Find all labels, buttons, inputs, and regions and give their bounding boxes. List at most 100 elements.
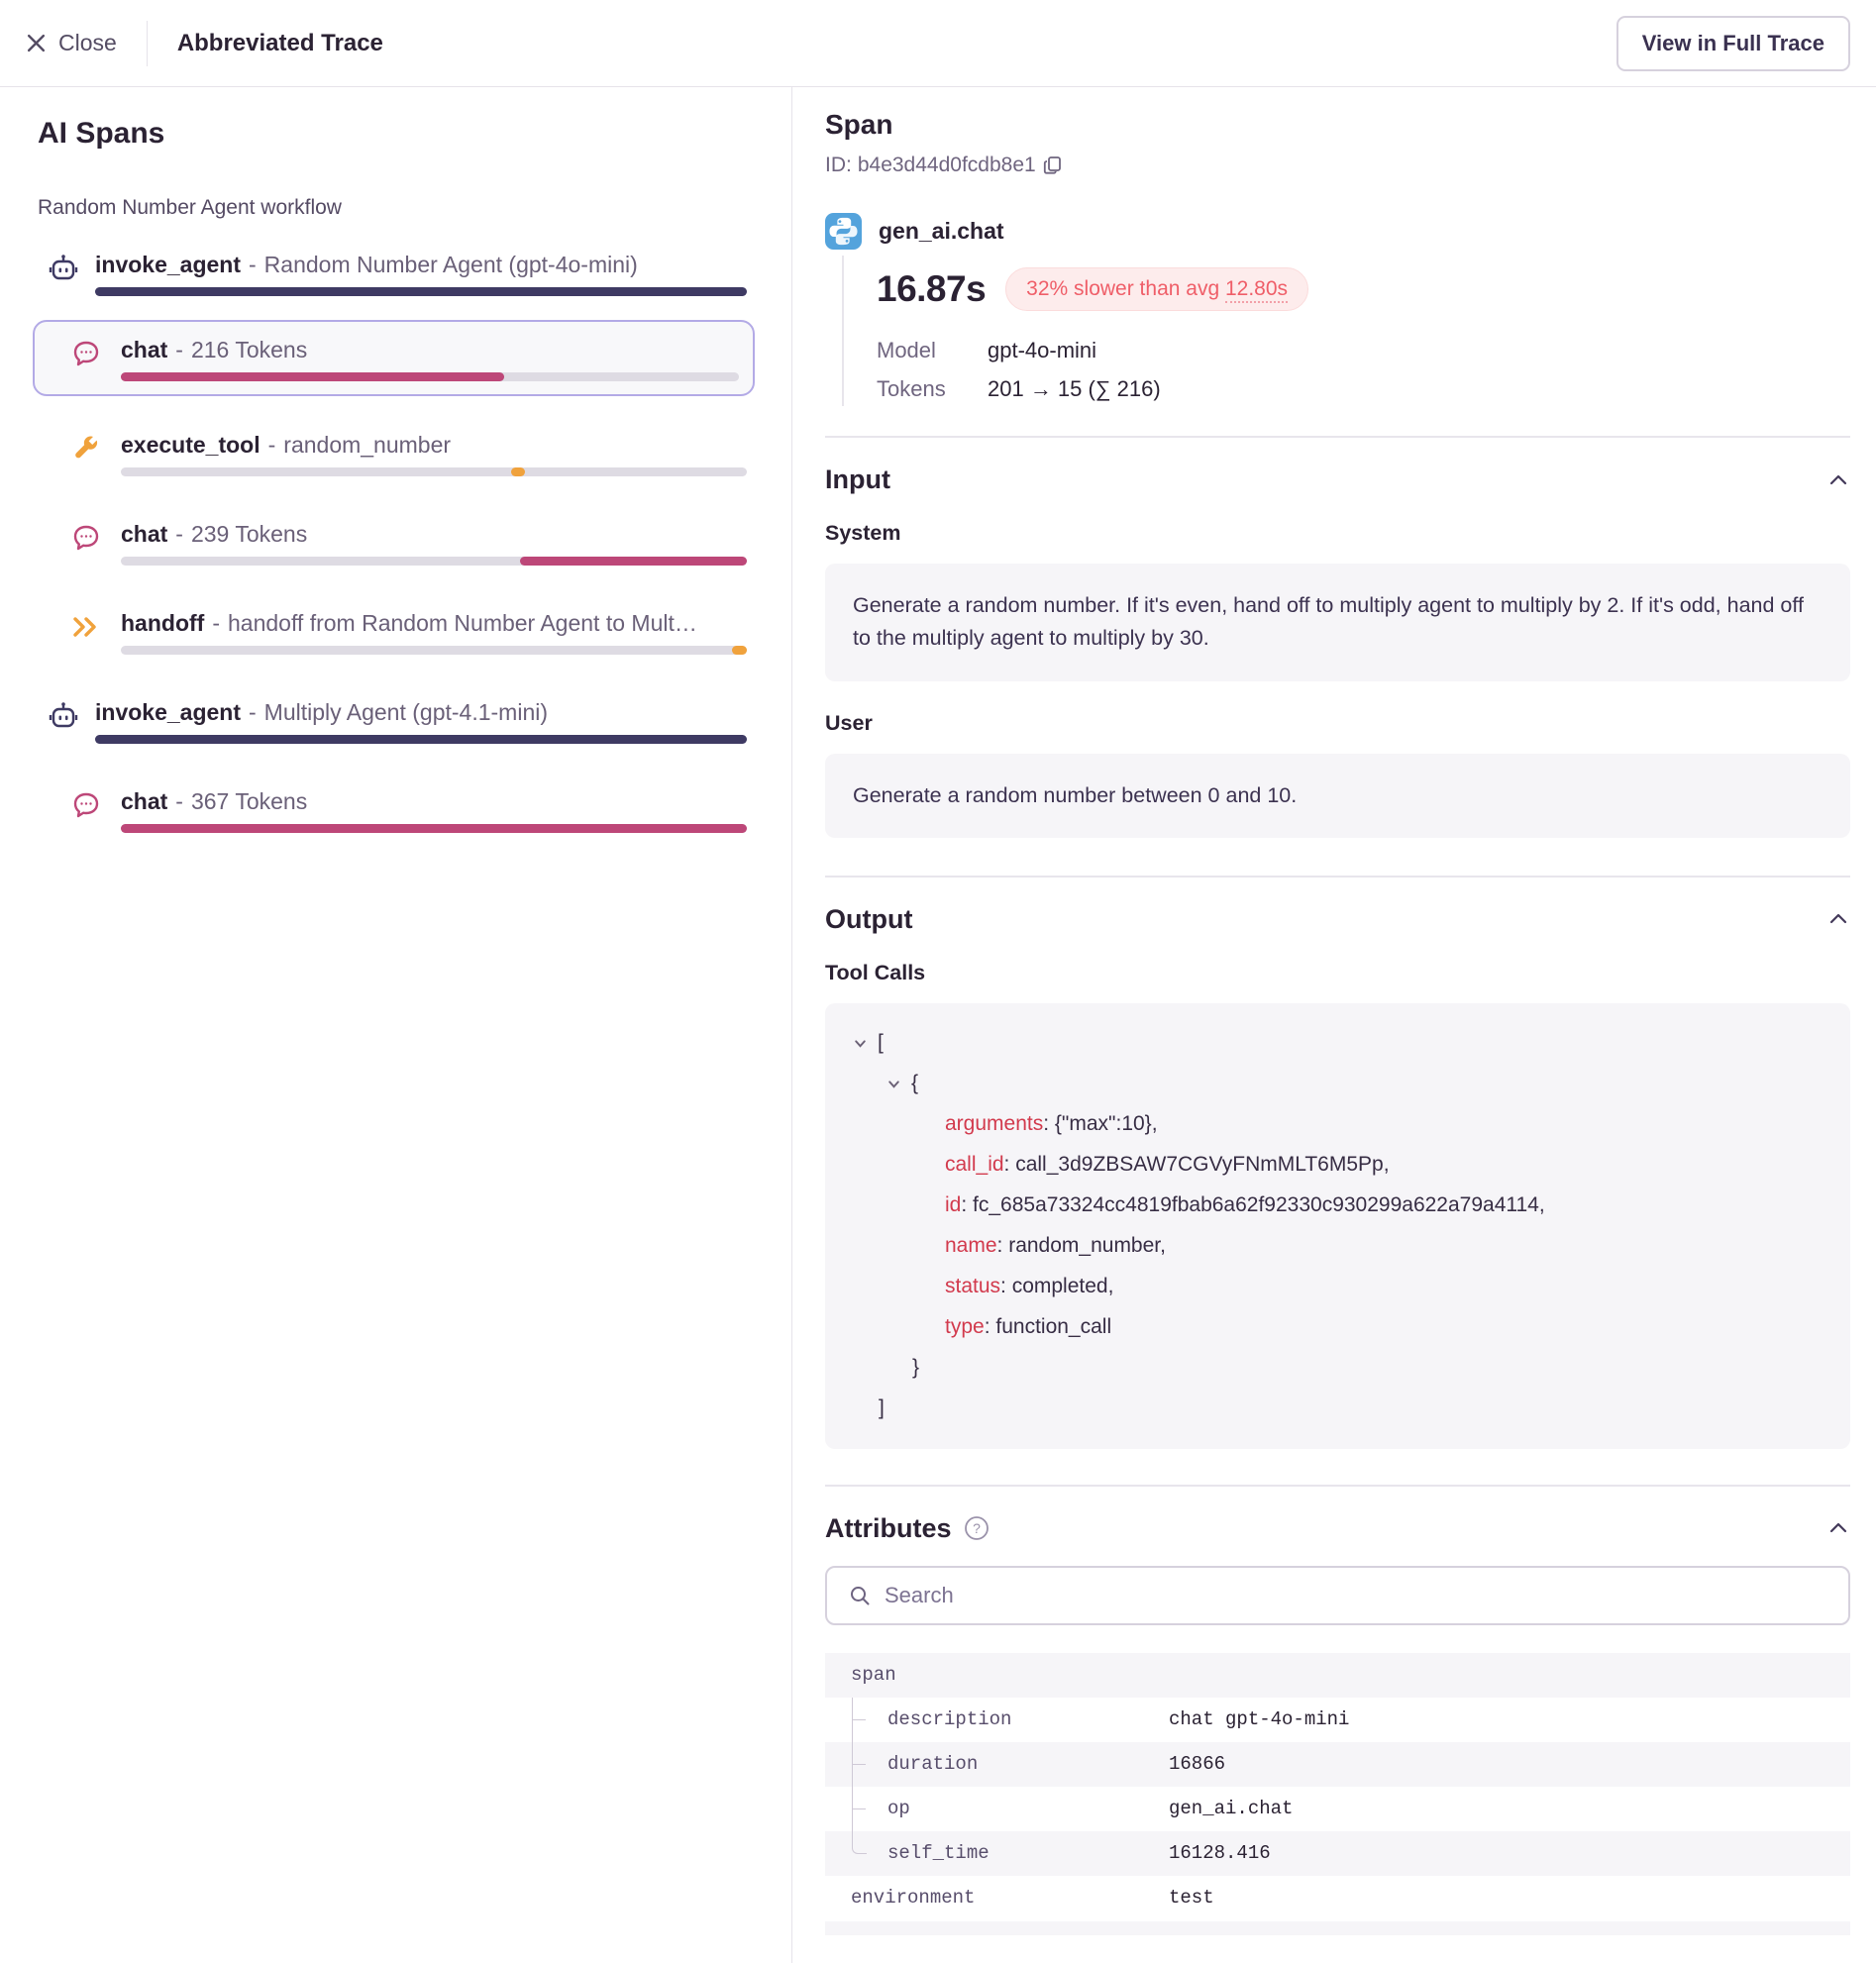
span-op: chat — [121, 337, 167, 362]
span-row-invoke-agent-1[interactable]: invoke_agent-Random Number Agent (gpt-4o… — [38, 252, 747, 296]
collapse-output-icon[interactable] — [1826, 907, 1850, 931]
attr-row-duration: duration16866 — [825, 1742, 1850, 1787]
json-field: name: random_number, — [851, 1226, 1824, 1267]
span-desc: Multiply Agent (gpt-4.1-mini) — [264, 699, 548, 725]
tokens-label: Tokens — [877, 376, 988, 402]
workflow-label: Random Number Agent workflow — [38, 196, 758, 220]
span-duration-bar — [121, 824, 747, 833]
collapse-attributes-icon[interactable] — [1826, 1516, 1850, 1540]
span-desc: handoff from Random Number Agent to Mult… — [228, 610, 697, 636]
topbar-divider — [147, 21, 148, 66]
help-icon[interactable]: ? — [964, 1515, 990, 1541]
user-prompt-box: Generate a random number between 0 and 1… — [825, 754, 1850, 838]
system-prompt-box: Generate a random number. If it's even, … — [825, 564, 1850, 681]
svg-text:?: ? — [973, 1520, 981, 1536]
span-desc: 239 Tokens — [191, 521, 307, 547]
span-row-invoke-agent-2[interactable]: invoke_agent-Multiply Agent (gpt-4.1-min… — [38, 699, 747, 744]
attributes-search[interactable] — [825, 1566, 1850, 1625]
json-field: id: fc_685a73324cc4819fbab6a62f92330c930… — [851, 1186, 1824, 1226]
attr-row-partial — [825, 1921, 1850, 1935]
json-field: arguments: {"max":10}, — [851, 1104, 1824, 1145]
span-list: invoke_agent-Random Number Agent (gpt-4o… — [38, 252, 747, 833]
section-divider — [825, 1485, 1850, 1487]
span-detail-heading: Span — [825, 109, 1850, 141]
attr-row-op: opgen_ai.chat — [825, 1787, 1850, 1831]
input-section-title: Input — [825, 465, 890, 495]
view-in-full-trace-button[interactable]: View in Full Trace — [1616, 16, 1850, 71]
span-row-chat-3[interactable]: chat-367 Tokens — [38, 788, 747, 833]
attr-row-environment: environmenttest — [825, 1876, 1850, 1920]
span-row-execute-tool[interactable]: execute_tool-random_number — [38, 432, 747, 476]
ai-spans-panel: AI Spans Random Number Agent workflow in… — [0, 87, 791, 1963]
chevron-down-icon[interactable] — [886, 1077, 901, 1091]
robot-icon — [49, 254, 78, 283]
json-field: call_id: call_3d9ZBSAW7CGVyFNmMLT6M5Pp, — [851, 1145, 1824, 1186]
span-desc: Random Number Agent (gpt-4o-mini) — [264, 252, 638, 277]
attributes-table: span descriptionchat gpt-4o-mini duratio… — [825, 1653, 1850, 1935]
search-input[interactable] — [885, 1583, 1826, 1608]
span-duration-bar — [95, 735, 747, 744]
span-desc: 367 Tokens — [191, 788, 307, 814]
avg-duration-link[interactable]: 12.80s — [1225, 277, 1288, 303]
section-divider — [825, 436, 1850, 438]
attr-row-span: span — [825, 1653, 1850, 1698]
search-icon — [849, 1585, 871, 1606]
top-bar: Close Abbreviated Trace View in Full Tra… — [0, 0, 1876, 87]
json-close-bracket: ] — [851, 1389, 1824, 1429]
span-op: invoke_agent — [95, 699, 241, 725]
output-section-title: Output — [825, 904, 912, 935]
span-duration-bar — [121, 557, 747, 566]
span-id-label: ID: — [825, 154, 852, 177]
copy-icon[interactable] — [1042, 155, 1064, 176]
chat-icon — [71, 790, 101, 820]
attributes-section-title: Attributes — [825, 1513, 952, 1544]
span-duration-bar — [121, 646, 747, 655]
json-open-brace: { — [911, 1072, 918, 1095]
handoff-icon — [71, 612, 101, 642]
chat-icon — [71, 523, 101, 553]
section-divider — [825, 876, 1850, 878]
drawer-title: Abbreviated Trace — [177, 30, 383, 57]
span-metrics: 16.87s 32% slower than avg 12.80s Modelg… — [842, 256, 1850, 406]
span-id-value: b4e3d44d0fcdb8e1 — [858, 154, 1036, 177]
chevron-down-icon[interactable] — [853, 1036, 868, 1051]
span-op: handoff — [121, 610, 204, 636]
span-op: chat — [121, 521, 167, 547]
close-button[interactable]: Close — [26, 30, 117, 56]
span-row-chat-2[interactable]: chat-239 Tokens — [38, 521, 747, 566]
model-label: Model — [877, 338, 988, 363]
span-duration-bar — [95, 287, 747, 296]
ai-spans-heading: AI Spans — [38, 117, 758, 151]
model-value: gpt-4o-mini — [988, 338, 1096, 363]
span-desc: random_number — [283, 432, 451, 458]
json-field: type: function_call — [851, 1307, 1824, 1348]
tool-calls-json: [ { arguments: {"max":10}, call_id: call… — [825, 1003, 1850, 1449]
close-icon — [26, 33, 47, 53]
span-duration: 16.87s — [877, 268, 986, 310]
tokens-value: 201 → 15 (∑ 216) — [988, 376, 1161, 402]
attr-row-self-time: self_time16128.416 — [825, 1831, 1850, 1876]
tool-calls-label: Tool Calls — [825, 961, 1850, 985]
span-row-handoff[interactable]: handoff-handoff from Random Number Agent… — [38, 610, 747, 655]
system-label: System — [825, 521, 1850, 546]
collapse-input-icon[interactable] — [1826, 468, 1850, 492]
slower-than-avg-badge: 32% slower than avg 12.80s — [1005, 267, 1308, 311]
json-close-brace: } — [851, 1348, 1824, 1389]
user-label: User — [825, 711, 1850, 736]
span-op: invoke_agent — [95, 252, 241, 277]
span-row-chat-1-selected[interactable]: chat-216 Tokens — [33, 320, 755, 396]
chat-icon — [71, 339, 101, 368]
span-op: chat — [121, 788, 167, 814]
json-open-bracket: [ — [878, 1031, 884, 1055]
robot-icon — [49, 701, 78, 731]
python-icon — [825, 213, 862, 250]
wrench-icon — [71, 434, 100, 463]
attr-row-description: descriptionchat gpt-4o-mini — [825, 1698, 1850, 1742]
span-duration-bar — [121, 372, 739, 381]
close-label: Close — [58, 30, 117, 56]
span-desc: 216 Tokens — [191, 337, 307, 362]
span-op: execute_tool — [121, 432, 261, 458]
json-field: status: completed, — [851, 1267, 1824, 1307]
span-detail-panel: Span ID: b4e3d44d0fcdb8e1 gen_ai.chat 16… — [791, 87, 1876, 1963]
span-op-name: gen_ai.chat — [879, 218, 1004, 245]
